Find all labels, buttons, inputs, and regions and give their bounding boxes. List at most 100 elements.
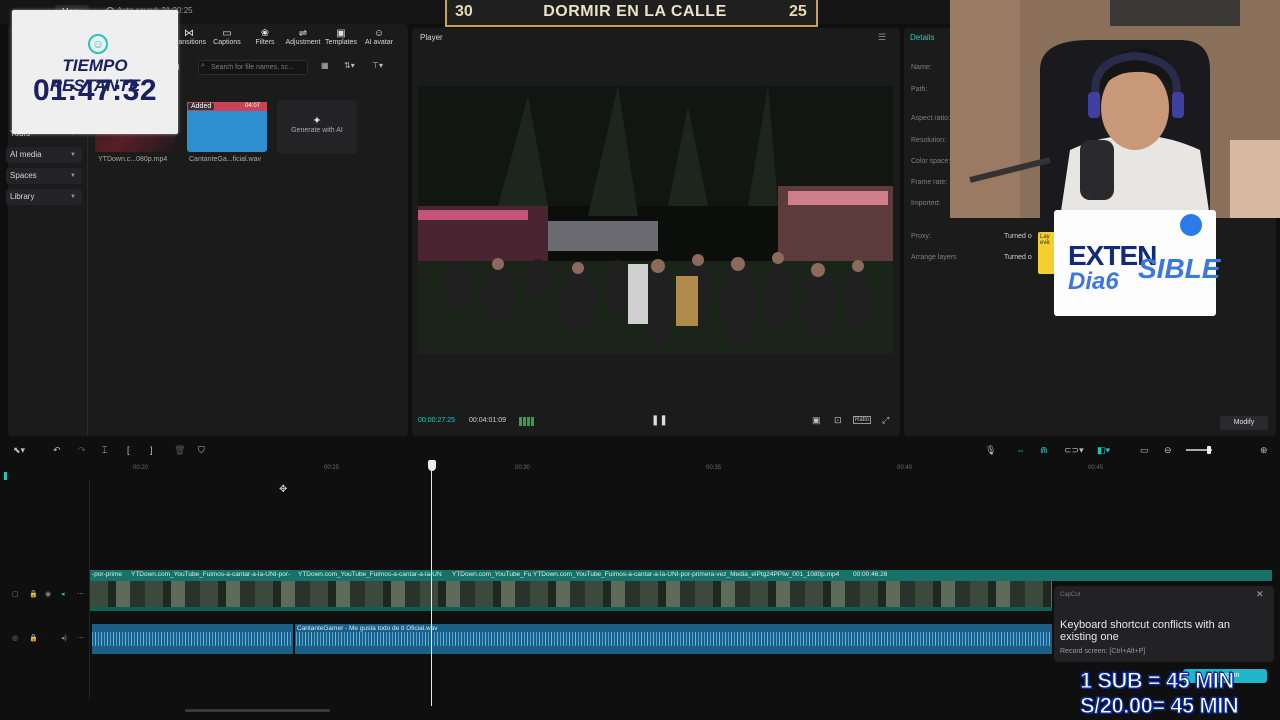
- tab-adjustment[interactable]: ⇌ Adjustment: [284, 28, 322, 50]
- tick-label: 00:40: [897, 465, 913, 471]
- pause-button[interactable]: ❚❚: [651, 415, 668, 426]
- duration-badge: 04:07: [245, 103, 261, 109]
- playhead-handle[interactable]: [428, 460, 436, 471]
- crop-icon[interactable]: ⊡: [834, 415, 842, 426]
- magnet-icon[interactable]: ⋒: [1040, 445, 1048, 456]
- tab-captions[interactable]: ▭ Captions: [208, 28, 246, 50]
- clip-label: YTDown.com_YouTube_Fuimos-a-cantar-a-la-…: [533, 571, 840, 578]
- adjustment-icon: ⇌: [298, 28, 308, 39]
- lock-icon[interactable]: 🔒: [29, 590, 38, 598]
- generate-with-ai-button[interactable]: ✦ Generate with AI: [277, 100, 357, 154]
- lock-icon[interactable]: 🔒: [29, 634, 38, 642]
- filter-icon[interactable]: ⊤▾: [372, 61, 383, 70]
- tab-filters[interactable]: ❀ Filters: [246, 28, 284, 50]
- modify-button[interactable]: Modify: [1220, 416, 1268, 430]
- zoom-slider-thumb[interactable]: [1207, 446, 1211, 454]
- search-icon: ⌕: [201, 62, 205, 69]
- sticker-text: SIBLE: [1138, 253, 1221, 284]
- webcam-feed: [950, 0, 1280, 218]
- microphone-icon[interactable]: 🎙: [985, 445, 996, 456]
- video-preview[interactable]: [418, 86, 893, 354]
- more-icon[interactable]: ⋯: [77, 634, 84, 642]
- sub-overlay-line1: 1 SUB = 45 MIN: [1080, 668, 1235, 694]
- sparkle-icon: ✦: [312, 115, 322, 127]
- templates-icon: ▣: [336, 28, 346, 39]
- arrange-layers-value: Turned o: [1004, 254, 1032, 261]
- sidebar-item-spaces[interactable]: Spaces ▼: [6, 168, 82, 184]
- banner-title: DORMIR EN LA CALLE: [543, 3, 727, 20]
- trim-left-icon[interactable]: [: [127, 445, 130, 455]
- banner-right-number: 25: [789, 3, 807, 20]
- more-icon[interactable]: ⋯: [77, 590, 84, 598]
- fullscreen-preview-icon[interactable]: ▣: [812, 415, 821, 426]
- tick-label: 00:35: [706, 465, 722, 471]
- clip-label: YTDown.com_YouTube_Fuimos-a-cantar-a-la-…: [298, 571, 442, 578]
- detail-label: Path:: [911, 86, 928, 93]
- timeline-scrollbar[interactable]: [185, 709, 330, 712]
- sidebar-item-library[interactable]: Library ▼: [6, 189, 82, 205]
- link-icon[interactable]: ⇔: [1016, 445, 1025, 455]
- clip-label: -por-prime: [92, 571, 122, 578]
- proxy-label: Proxy:: [911, 233, 931, 240]
- sub-overlay-line2: S/20.00= 45 MIN: [1079, 693, 1239, 719]
- media-item-name: CantanteGa...ficial.wav: [189, 156, 261, 163]
- delete-icon[interactable]: 🗑: [174, 445, 185, 456]
- video-clip-strip[interactable]: [90, 581, 1052, 607]
- sticker-text: Dia6: [1068, 268, 1119, 295]
- audio-toggle-icon[interactable]: ◂: [61, 590, 65, 598]
- audio-clip-label: CantanteGamer - Me gusta todo de ti Ofic…: [297, 625, 438, 632]
- speaker-icon[interactable]: ◂): [61, 634, 67, 642]
- close-icon[interactable]: ✕: [1256, 589, 1264, 600]
- move-cursor-icon: ✥: [279, 484, 288, 495]
- chain-icon[interactable]: ⊂⊃▾: [1064, 445, 1084, 456]
- tab-templates[interactable]: ▣ Templates: [322, 28, 360, 50]
- detail-label: Imported:: [911, 200, 941, 207]
- redo-icon[interactable]: ↷: [78, 445, 86, 456]
- current-time: 00:00:27:25: [418, 417, 455, 424]
- sidebar-item-ai-media[interactable]: AI media ▼: [6, 147, 82, 163]
- tick-label: 00:45: [1088, 465, 1104, 471]
- timer-value: 01:47:32: [32, 74, 158, 107]
- expand-icon[interactable]: ⤢: [882, 415, 889, 426]
- detail-label: Aspect ratio:: [911, 115, 950, 122]
- zoom-out-icon[interactable]: ⊖: [1164, 445, 1172, 456]
- clip-label: YTDown.com_YouTube_Fuimos-a-cantar-a-la-…: [131, 571, 291, 578]
- detail-label: Resolution:: [911, 137, 947, 144]
- caption-icon[interactable]: ▭: [1140, 445, 1149, 456]
- media-item-name: YTDown.c...080p.mp4: [98, 156, 168, 163]
- crowd-scene-image: [418, 86, 893, 354]
- hamburger-menu-icon[interactable]: ☰: [878, 32, 886, 43]
- toast-subtitle: Record screen: [Ctrl+Alt+P]: [1060, 648, 1146, 655]
- audio-split-marker: [293, 624, 295, 654]
- tab-ai-avatar[interactable]: ☺ AI avatar: [360, 28, 398, 50]
- toast-app-name: CapCut: [1060, 592, 1081, 598]
- sort-icon[interactable]: ⇅▾: [344, 61, 355, 70]
- grid-view-icon[interactable]: ▦: [321, 61, 329, 70]
- toast-title: Keyboard shortcut conflicts with an exis…: [1060, 619, 1230, 643]
- details-title: Details: [910, 33, 935, 42]
- zoom-in-icon[interactable]: ⊕: [1260, 445, 1268, 456]
- cover-icon[interactable]: ▢: [12, 590, 19, 598]
- clip-label: YTDown.com_YouTube_Fu: [452, 571, 532, 578]
- detail-label: Name:: [911, 64, 932, 71]
- playhead[interactable]: [431, 470, 432, 706]
- audio-level-icon: [519, 417, 534, 426]
- total-time: 00:04:01:09: [469, 417, 506, 424]
- added-badge: Added: [188, 103, 215, 110]
- undo-icon[interactable]: ↶: [53, 445, 61, 456]
- eye-icon[interactable]: ◉: [45, 590, 51, 598]
- preview-axis-icon[interactable]: ◧▾: [1097, 445, 1110, 456]
- trim-right-icon[interactable]: ]: [150, 445, 153, 455]
- detail-label: Frame rate:: [911, 179, 948, 186]
- audio-track-icon: ◎: [12, 635, 19, 642]
- ratio-button[interactable]: Ratio: [853, 416, 872, 424]
- select-tool-icon[interactable]: ⬉▾: [13, 445, 25, 456]
- timeline-toolbar: [0, 440, 1280, 460]
- filters-icon: ❀: [260, 28, 270, 39]
- split-icon[interactable]: ⌶: [102, 445, 107, 456]
- chevron-down-icon: ▼: [70, 152, 76, 158]
- smiley-icon: ☺: [88, 34, 108, 54]
- media-search-input[interactable]: Search for file names, sc...: [198, 60, 308, 75]
- shield-icon[interactable]: ⛉: [198, 445, 205, 456]
- video-clip-edge: [90, 607, 1052, 611]
